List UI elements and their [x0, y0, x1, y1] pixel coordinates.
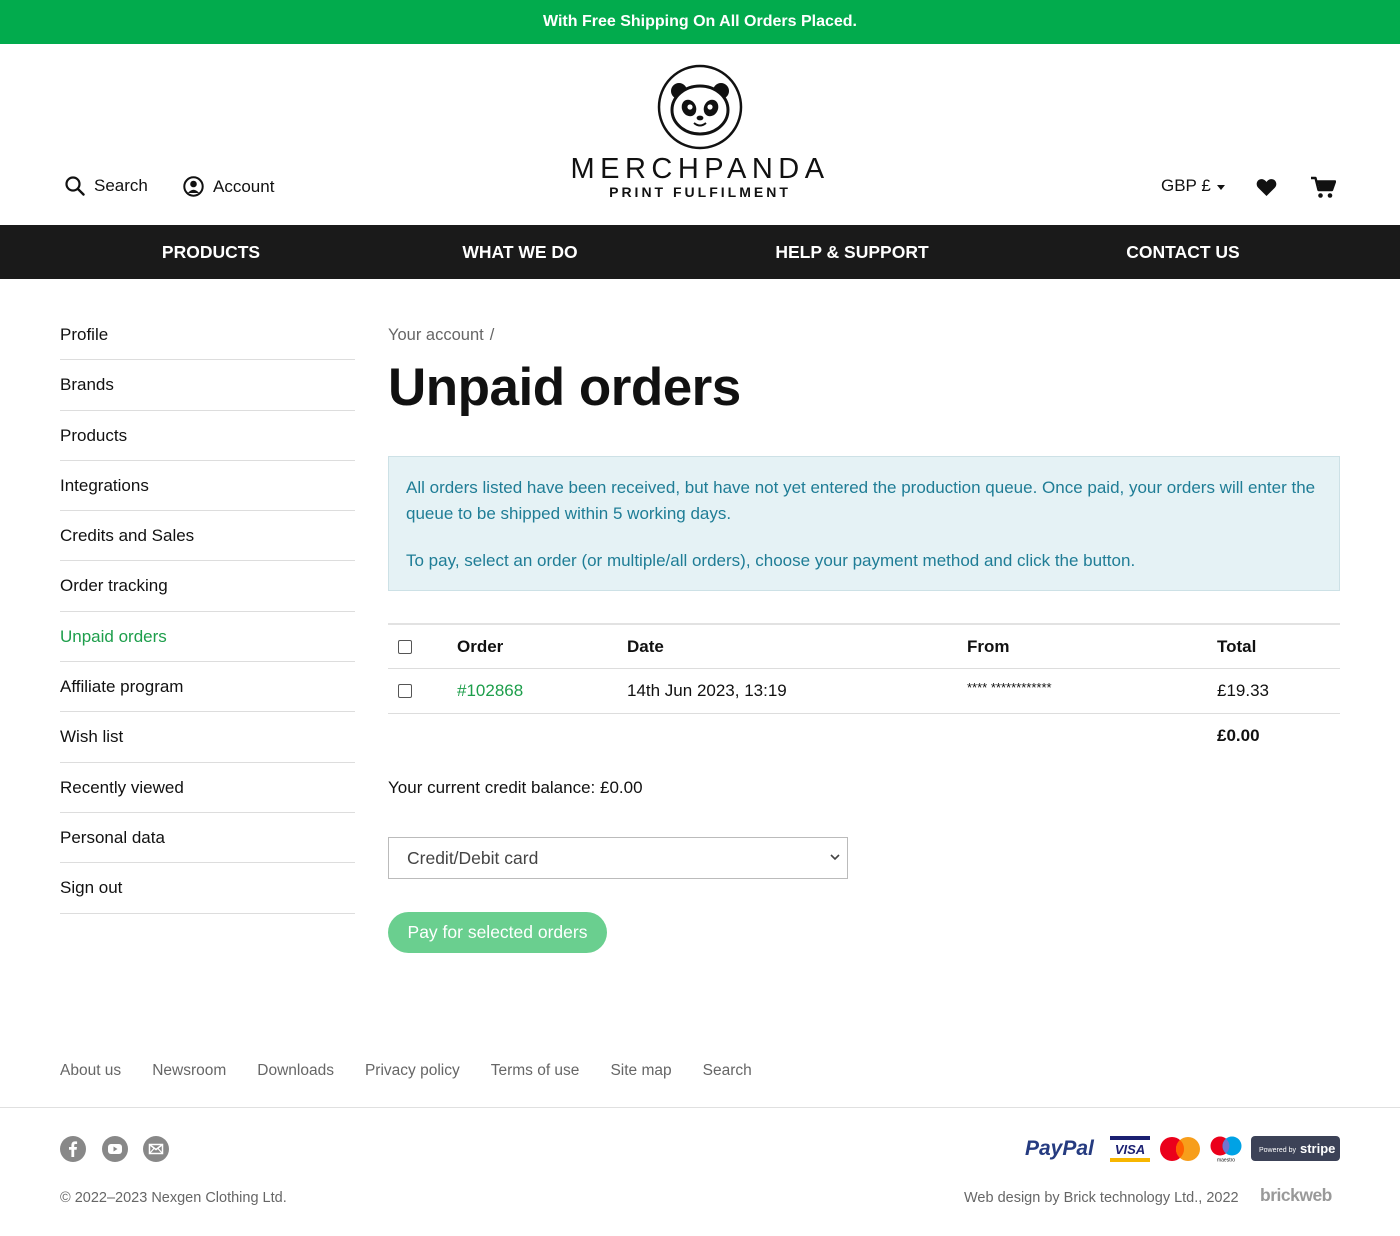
wishlist-heart-icon[interactable] [1256, 178, 1277, 202]
currency-label: GBP £ [1161, 176, 1211, 195]
payment-method-select[interactable]: Credit/Debit card [388, 837, 848, 879]
sidebar-item-recently-viewed[interactable]: Recently viewed [60, 763, 355, 813]
account-label: Account [213, 176, 275, 196]
column-header-from: From [967, 637, 1010, 656]
nav-item-products[interactable]: PRODUCTS [162, 225, 260, 279]
sidebar-item-credits-and-sales[interactable]: Credits and Sales [60, 511, 355, 562]
mastercard-logo [1160, 1137, 1200, 1161]
sidebar-item-products[interactable]: Products [60, 411, 355, 461]
column-header-date: Date [627, 637, 664, 656]
sidebar-item-profile[interactable]: Profile [60, 310, 355, 361]
cart-icon[interactable] [1311, 176, 1337, 204]
sidebar-item-sign-out[interactable]: Sign out [60, 863, 355, 914]
info-paragraph-2: To pay, select an order (or multiple/all… [406, 551, 1136, 570]
nav-item-help-support[interactable]: HELP & SUPPORT [775, 225, 928, 279]
site-logo[interactable]: MERCHPANDA PRINT FULFILMENT [560, 64, 840, 200]
breadcrumb-separator: / [489, 326, 495, 344]
column-header-order: Order [457, 637, 504, 656]
svg-text:stripe: stripe [1300, 1141, 1335, 1156]
copyright: © 2022–2023 Nexgen Clothing Ltd. [60, 1190, 287, 1206]
order-number-link[interactable]: #102868 [457, 669, 523, 713]
credit-balance: Your current credit balance: £0.00 [388, 778, 643, 797]
order-from: **** ************ [967, 680, 1052, 695]
account-icon [183, 176, 204, 197]
footer-link-newsroom[interactable]: Newsroom [152, 1062, 226, 1080]
order-checkbox[interactable] [398, 684, 412, 698]
svg-text:PayPal: PayPal [1025, 1137, 1095, 1160]
sidebar-item-wish-list[interactable]: Wish list [60, 712, 355, 763]
footer-link-downloads[interactable]: Downloads [257, 1062, 334, 1080]
footer-link-about-us[interactable]: About us [60, 1062, 121, 1080]
maestro-logo: maestro [1210, 1136, 1242, 1163]
logo-tagline: PRINT FULFILMENT [609, 184, 791, 200]
info-paragraph-1: All orders listed have been received, bu… [406, 478, 1316, 523]
sidebar-item-brands[interactable]: Brands [60, 360, 355, 411]
footer-link-privacy-policy[interactable]: Privacy policy [365, 1062, 460, 1080]
currency-selector[interactable]: GBP £ [1161, 176, 1225, 196]
nav-item-contact-us[interactable]: CONTACT US [1126, 225, 1239, 279]
sidebar-item-order-tracking[interactable]: Order tracking [60, 561, 355, 612]
account-sidebar: Profile Brands Products Integrations Cre… [60, 310, 355, 914]
svg-text:VISA: VISA [1115, 1142, 1145, 1157]
order-date: 14th Jun 2023, 13:19 [627, 681, 787, 700]
visa-logo: VISA [1110, 1136, 1150, 1162]
footer-link-site-map[interactable]: Site map [610, 1062, 671, 1080]
stripe-logo: Powered by stripe [1251, 1136, 1340, 1161]
selected-total: £0.00 [1217, 726, 1260, 745]
select-all-checkbox[interactable] [398, 640, 412, 654]
sidebar-item-personal-data[interactable]: Personal data [60, 813, 355, 864]
sidebar-item-integrations[interactable]: Integrations [60, 461, 355, 512]
svg-text:maestro: maestro [1217, 1158, 1235, 1163]
facebook-icon[interactable] [60, 1136, 86, 1162]
youtube-icon[interactable] [102, 1136, 128, 1162]
sidebar-item-unpaid-orders[interactable]: Unpaid orders [60, 612, 355, 663]
main-content: Your account / Unpaid orders All orders l… [388, 310, 1340, 953]
selected-total-row: £0.00 [388, 714, 1340, 758]
brickweb-logo[interactable]: brickweb [1260, 1185, 1332, 1206]
svg-text:Powered by: Powered by [1259, 1147, 1296, 1154]
panda-logo-icon [657, 64, 743, 150]
chevron-down-icon [830, 854, 840, 861]
column-header-total: Total [1217, 637, 1257, 656]
main-navigation: PRODUCTS WHAT WE DO HELP & SUPPORT CONTA… [0, 225, 1400, 279]
nav-item-what-we-do[interactable]: WHAT WE DO [462, 225, 577, 279]
sidebar-item-affiliate-program[interactable]: Affiliate program [60, 662, 355, 713]
account-link[interactable]: Account [183, 176, 274, 197]
page-title: Unpaid orders [388, 358, 741, 417]
footer-links: About us Newsroom Downloads Privacy poli… [60, 1062, 752, 1080]
breadcrumb: Your account / [388, 310, 1340, 360]
search-link[interactable]: Search [65, 176, 148, 196]
site-header: Search Account MERCHPANDA PRINT FULFILME… [0, 44, 1400, 225]
promo-text: With Free Shipping On All Orders Placed. [543, 13, 857, 30]
email-icon[interactable] [143, 1136, 169, 1162]
pay-selected-orders-button[interactable]: Pay for selected orders [388, 912, 607, 953]
search-label: Search [94, 176, 148, 195]
footer-divider [0, 1107, 1400, 1108]
table-header-row: Order Date From Total [388, 623, 1340, 669]
footer-link-search[interactable]: Search [703, 1062, 752, 1080]
order-total: £19.33 [1217, 681, 1269, 700]
logo-wordmark: MERCHPANDA [570, 153, 830, 185]
footer-link-terms-of-use[interactable]: Terms of use [491, 1062, 580, 1080]
table-row: #102868 14th Jun 2023, 13:19 **** ******… [388, 669, 1340, 714]
info-notice: All orders listed have been received, bu… [388, 456, 1340, 591]
breadcrumb-your-account[interactable]: Your account [388, 326, 484, 344]
payment-method-value: Credit/Debit card [407, 848, 539, 868]
promo-bar: With Free Shipping On All Orders Placed. [0, 0, 1400, 44]
paypal-logo: PayPal [1025, 1137, 1095, 1160]
web-design-credit: Web design by Brick technology Ltd., 202… [964, 1190, 1239, 1206]
search-icon [65, 176, 85, 196]
chevron-down-icon [1216, 184, 1225, 190]
unpaid-orders-table: Order Date From Total #102868 14th Jun 2… [388, 623, 1340, 758]
